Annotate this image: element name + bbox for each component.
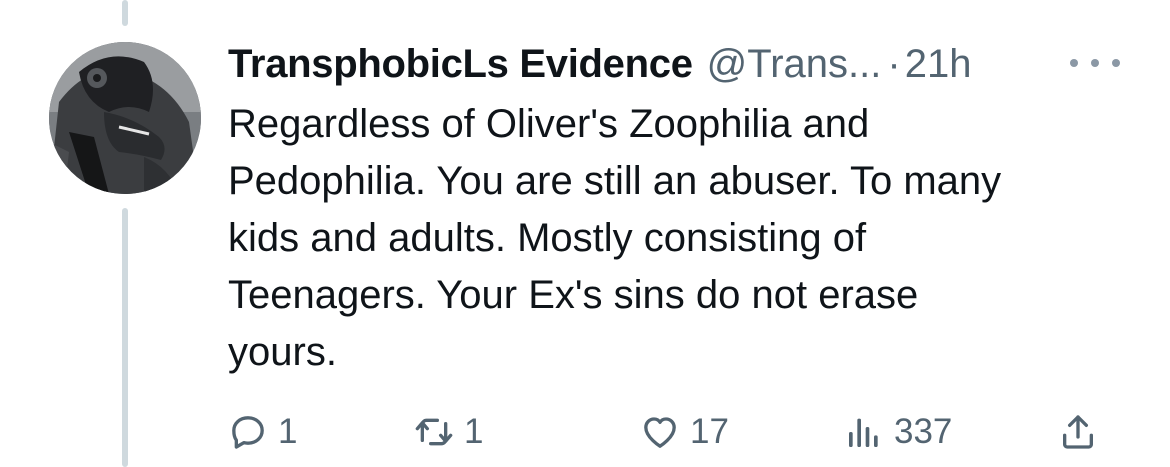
user-handle[interactable]: @Trans... [707, 34, 882, 94]
display-name[interactable]: TransphobicLs Evidence [228, 34, 693, 94]
share-icon [1063, 415, 1093, 449]
more-icon-dot-2 [1091, 59, 1099, 67]
reply-button[interactable]: 1 [228, 404, 297, 460]
thread-line-bottom [122, 208, 128, 467]
views-button[interactable]: 337 [844, 404, 952, 460]
view-count: 337 [894, 412, 953, 451]
heart-icon [644, 417, 676, 448]
tweet-body: TransphobicLs Evidence @Trans... · 21h R… [228, 34, 1128, 381]
thread-line-top [122, 0, 128, 26]
tweet-text: Regardless of Oliver's Zoophilia and Ped… [228, 102, 1002, 374]
like-button[interactable]: 17 [640, 404, 729, 460]
tweet-header: TransphobicLs Evidence @Trans... · 21h [228, 34, 1128, 94]
like-count: 17 [690, 412, 729, 451]
reply-count: 1 [278, 412, 298, 451]
avatar[interactable] [49, 42, 201, 194]
timestamp[interactable]: 21h [905, 34, 972, 94]
reply-icon [232, 416, 264, 449]
retweet-count: 1 [464, 412, 484, 451]
more-button[interactable] [1070, 48, 1120, 78]
more-icon [1070, 59, 1078, 67]
retweet-button[interactable]: 1 [414, 404, 483, 460]
views-icon [849, 418, 878, 447]
separator-dot: · [887, 42, 901, 86]
more-icon-dot-3 [1112, 59, 1120, 67]
retweet-icon [415, 418, 453, 446]
share-button[interactable] [1058, 404, 1098, 460]
avatar-image [49, 42, 201, 194]
action-bar: 1 1 17 337 [228, 404, 1128, 460]
